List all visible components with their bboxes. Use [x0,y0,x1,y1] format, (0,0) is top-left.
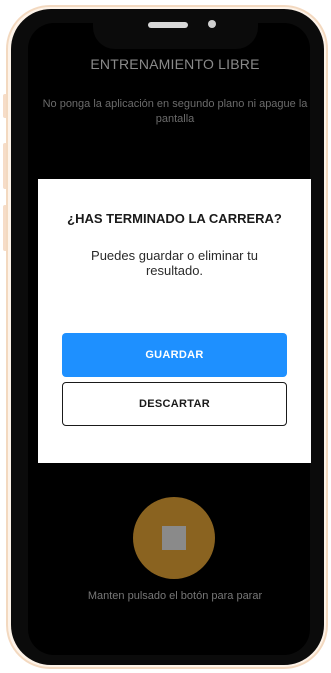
page-title: ENTRENAMIENTO LIBRE [90,56,260,72]
phone-notch [93,9,258,49]
hold-instruction: Manten pulsado el botón para parar [87,590,263,602]
dialog-title: ¿HAS TERMINADO LA CARRERA? [67,211,282,226]
device-mockup: ENTRENAMIENTO LIBRE No ponga la aplicaci… [0,0,331,673]
save-button[interactable]: GUARDAR [62,333,287,377]
speaker-icon [148,22,188,28]
camera-icon [208,20,216,28]
stop-icon [162,526,186,550]
stop-button[interactable] [133,497,215,579]
dialog-message: Puedes guardar o eliminar tu resultado. [91,248,258,278]
background-warning: No ponga la aplicación en segundo plano … [42,98,308,125]
discard-button[interactable]: DESCARTAR [62,382,287,426]
finish-run-dialog: ¿HAS TERMINADO LA CARRERA? Puedes guarda… [38,179,311,463]
